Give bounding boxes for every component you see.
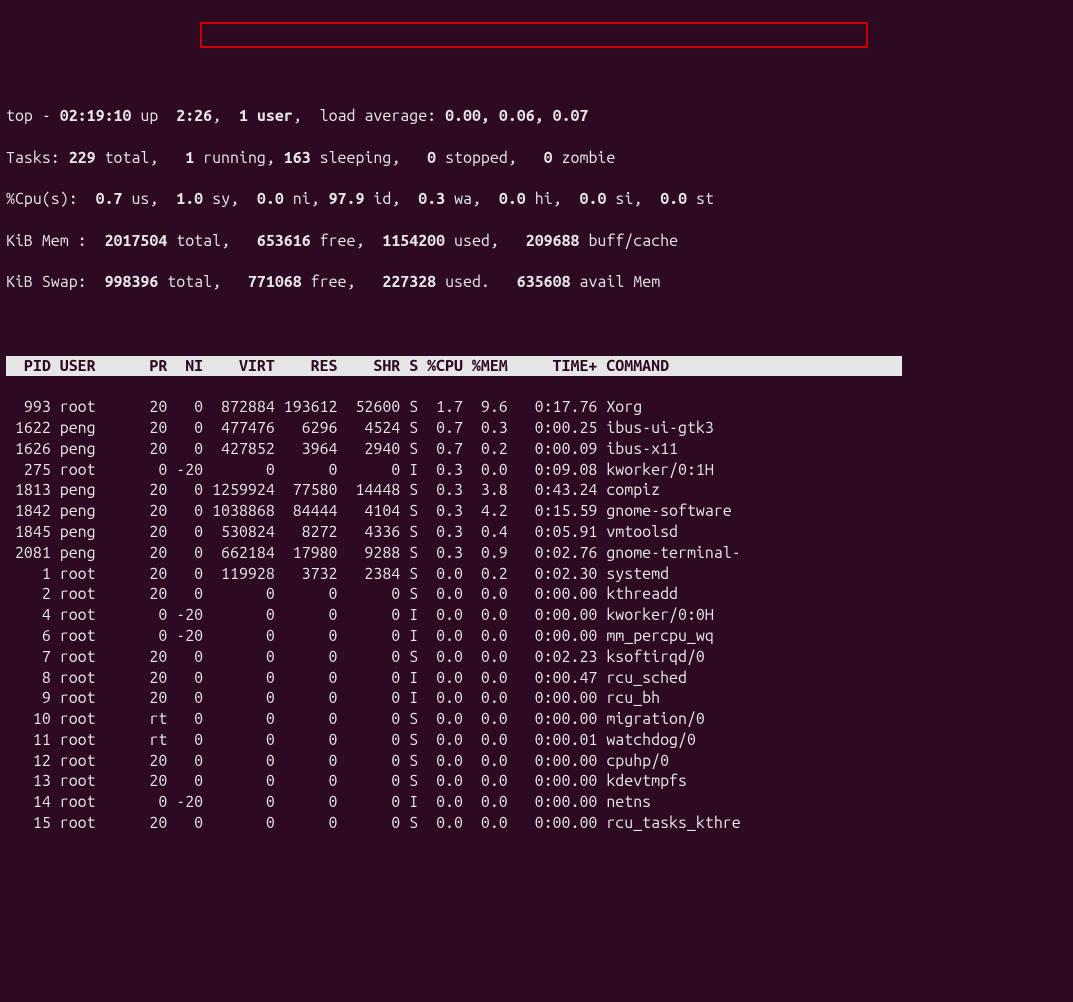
column-header[interactable]: PID USER PR NI VIRT RES SHR S %CPU %MEM … (6, 356, 902, 377)
process-row[interactable]: 14 root 0 -20 0 0 0 I 0.0 0.0 0:00.00 ne… (6, 792, 1067, 813)
process-row[interactable]: 1622 peng 20 0 477476 6296 4524 S 0.7 0.… (6, 418, 1067, 439)
process-row[interactable]: 6 root 0 -20 0 0 0 I 0.0 0.0 0:00.00 mm_… (6, 626, 1067, 647)
summary-line-mem: KiB Mem : 2017504 total, 653616 free, 11… (6, 231, 1067, 252)
summary-line-tasks: Tasks: 229 total, 1 running, 163 sleepin… (6, 148, 1067, 169)
process-row[interactable]: 1842 peng 20 0 1038868 84444 4104 S 0.3 … (6, 501, 1067, 522)
process-row[interactable]: 1 root 20 0 119928 3732 2384 S 0.0 0.2 0… (6, 564, 1067, 585)
process-row[interactable]: 4 root 0 -20 0 0 0 I 0.0 0.0 0:00.00 kwo… (6, 605, 1067, 626)
process-list[interactable]: 993 root 20 0 872884 193612 52600 S 1.7 … (6, 397, 1067, 834)
process-row[interactable]: 1813 peng 20 0 1259924 77580 14448 S 0.3… (6, 480, 1067, 501)
column-header-row[interactable]: PID USER PR NI VIRT RES SHR S %CPU %MEM … (6, 356, 1067, 377)
process-row[interactable]: 11 root rt 0 0 0 0 S 0.0 0.0 0:00.01 wat… (6, 730, 1067, 751)
process-row[interactable]: 275 root 0 -20 0 0 0 I 0.3 0.0 0:09.08 k… (6, 460, 1067, 481)
summary-line-uptime: top - 02:19:10 up 2:26, 1 user, load ave… (6, 106, 1067, 127)
summary-line-swap: KiB Swap: 998396 total, 771068 free, 227… (6, 272, 1067, 293)
process-row[interactable]: 2081 peng 20 0 662184 17980 9288 S 0.3 0… (6, 543, 1067, 564)
process-row[interactable]: 8 root 20 0 0 0 0 I 0.0 0.0 0:00.47 rcu_… (6, 668, 1067, 689)
process-row[interactable]: 1626 peng 20 0 427852 3964 2940 S 0.7 0.… (6, 439, 1067, 460)
blank-line (6, 314, 1067, 335)
process-row[interactable]: 993 root 20 0 872884 193612 52600 S 1.7 … (6, 397, 1067, 418)
process-row[interactable]: 7 root 20 0 0 0 0 S 0.0 0.0 0:02.23 ksof… (6, 647, 1067, 668)
process-row[interactable]: 13 root 20 0 0 0 0 S 0.0 0.0 0:00.00 kde… (6, 771, 1067, 792)
process-row[interactable]: 9 root 20 0 0 0 0 I 0.0 0.0 0:00.00 rcu_… (6, 688, 1067, 709)
process-row[interactable]: 12 root 20 0 0 0 0 S 0.0 0.0 0:00.00 cpu… (6, 751, 1067, 772)
process-row[interactable]: 1845 peng 20 0 530824 8272 4336 S 0.3 0.… (6, 522, 1067, 543)
process-row[interactable]: 2 root 20 0 0 0 0 S 0.0 0.0 0:00.00 kthr… (6, 584, 1067, 605)
top-terminal[interactable]: top - 02:19:10 up 2:26, 1 user, load ave… (0, 83, 1073, 856)
process-row[interactable]: 15 root 20 0 0 0 0 S 0.0 0.0 0:00.00 rcu… (6, 813, 1067, 834)
tasks-highlight-box (200, 22, 868, 48)
summary-line-cpu: %Cpu(s): 0.7 us, 1.0 sy, 0.0 ni, 97.9 id… (6, 189, 1067, 210)
process-row[interactable]: 10 root rt 0 0 0 0 S 0.0 0.0 0:00.00 mig… (6, 709, 1067, 730)
